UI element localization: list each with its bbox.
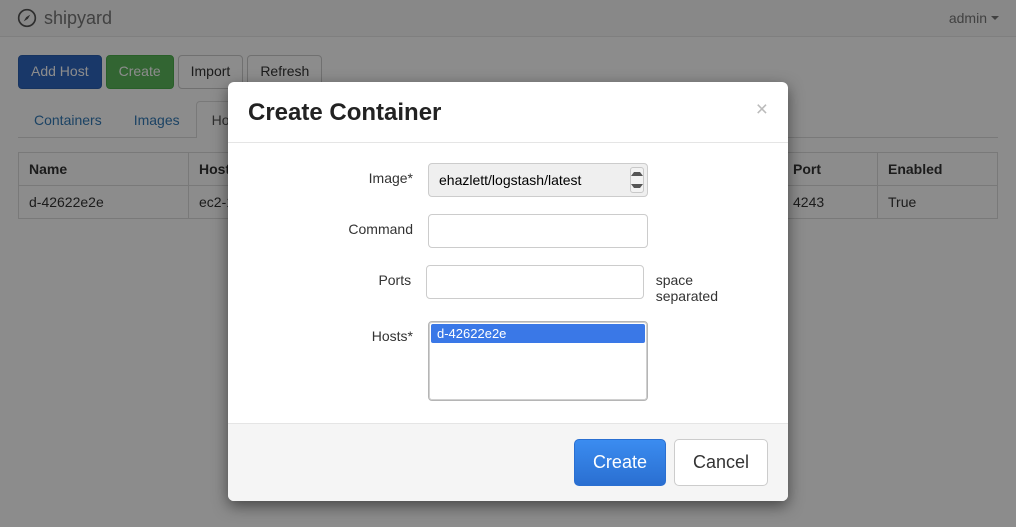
ports-input[interactable] xyxy=(426,265,644,299)
label-hosts: Hosts* xyxy=(258,321,428,344)
modal-cancel-button[interactable]: Cancel xyxy=(674,439,768,486)
ports-hint: space separated xyxy=(656,265,758,304)
label-command: Command xyxy=(258,214,428,237)
hosts-option[interactable]: d-42622e2e xyxy=(431,324,645,343)
image-select-value[interactable] xyxy=(428,163,648,197)
row-ports: Ports space separated xyxy=(258,265,758,304)
row-hosts: Hosts* d-42622e2e xyxy=(258,321,758,401)
row-image: Image* xyxy=(258,163,758,197)
hosts-multiselect[interactable]: d-42622e2e xyxy=(428,321,648,401)
command-input[interactable] xyxy=(428,214,648,248)
label-image: Image* xyxy=(258,163,428,186)
modal-title: Create Container xyxy=(248,99,441,127)
image-select[interactable] xyxy=(428,163,648,197)
modal-header: Create Container × xyxy=(228,82,788,143)
close-icon[interactable]: × xyxy=(756,99,768,120)
modal-create-button[interactable]: Create xyxy=(574,439,666,486)
create-container-modal: Create Container × Image* Command Ports … xyxy=(228,82,788,501)
label-ports: Ports xyxy=(258,265,426,288)
stepper-icon[interactable] xyxy=(630,167,644,193)
modal-body: Image* Command Ports space separated Hos… xyxy=(228,143,788,423)
row-command: Command xyxy=(258,214,758,248)
modal-footer: Create Cancel xyxy=(228,423,788,501)
